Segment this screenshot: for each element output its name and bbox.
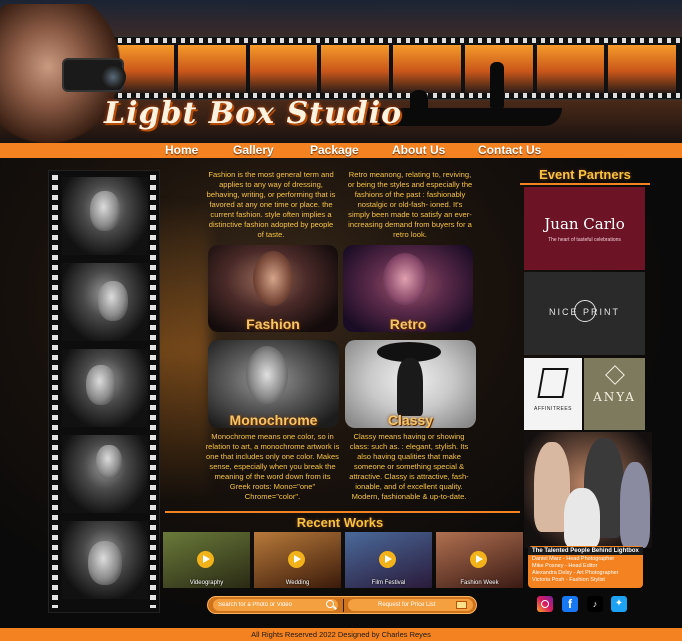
play-icon[interactable] — [197, 551, 214, 568]
fisherman-silhouette — [490, 62, 504, 108]
search-icon[interactable] — [326, 600, 334, 608]
play-icon[interactable] — [288, 551, 305, 568]
team-photo — [524, 432, 652, 548]
recent-work-fashion-week[interactable]: Fashion Week — [436, 532, 523, 588]
retro-card[interactable]: Retro — [343, 245, 473, 332]
nav-home[interactable]: Home — [165, 143, 198, 158]
team-member: Alexandra Delsy - Art Photographer — [532, 570, 619, 576]
partner-name: Juan Carlo — [544, 215, 625, 233]
partner-affinitrees[interactable]: AFFINITREES — [524, 358, 582, 430]
recent-work-videography[interactable]: Videography — [163, 532, 250, 588]
recent-works-title: Recent Works — [296, 515, 384, 530]
partner-name: ANYA — [593, 390, 636, 404]
portrait-filmstrip — [48, 170, 160, 613]
request-price-list-label: Request for Price List — [378, 602, 436, 608]
team-credits: The Talented People Behind Lightbox Dani… — [528, 546, 643, 588]
partner-anya[interactable]: ANYA — [584, 358, 645, 430]
classy-description: Classy means having or showing class: su… — [349, 432, 469, 501]
monochrome-card[interactable]: Monochrome — [208, 340, 339, 428]
partner-name: AFFINITREES — [533, 406, 572, 412]
recent-work-label: Wedding — [285, 580, 310, 586]
fashion-caption: Fashion — [246, 316, 300, 332]
fashion-card[interactable]: Fashion — [208, 245, 338, 332]
search-bar: Request for Price List — [207, 596, 477, 614]
play-icon[interactable] — [470, 551, 487, 568]
tiktok-icon[interactable]: ♪ — [587, 596, 603, 612]
recent-work-film-festival[interactable]: Film Festival — [345, 532, 432, 588]
retro-caption: Retro — [389, 316, 427, 332]
nav-contact-us[interactable]: Contact Us — [478, 143, 541, 158]
team-member: Daniel Marz - Head Photographer — [532, 556, 615, 562]
photographer-image — [0, 4, 126, 143]
search-input[interactable] — [213, 599, 338, 611]
monochrome-description: Monochrome means one color, so in relati… — [205, 432, 340, 501]
request-price-list-button[interactable]: Request for Price List — [348, 599, 473, 611]
recent-work-label: Film Festival — [371, 580, 406, 586]
recent-work-label: Fashion Week — [460, 580, 499, 586]
event-partners-divider — [520, 183, 650, 185]
header-banner: Ligbt Box Studio — [0, 0, 682, 143]
nav-about-us[interactable]: About Us — [392, 143, 445, 158]
play-icon[interactable] — [379, 551, 396, 568]
team-heading: The Talented People Behind Lightbox — [528, 547, 643, 555]
portrait-photo-3[interactable] — [62, 349, 148, 427]
camera-icon — [62, 58, 126, 92]
fashion-description: Fashion is the most general term and app… — [206, 170, 336, 239]
recent-works-strip: Videography Wedding Film Festival Fashio… — [163, 532, 525, 588]
portrait-photo-4[interactable] — [62, 435, 148, 513]
monochrome-caption: Monochrome — [229, 412, 318, 428]
footer-text: All Rights Reserved 2022 Designed by Cha… — [251, 630, 431, 639]
site-logo[interactable]: Ligbt Box Studio — [104, 96, 402, 131]
portrait-photo-5[interactable] — [62, 521, 148, 599]
retro-description: Retro meanong, relating to, reviving, or… — [347, 170, 473, 239]
main-nav: Home Gallery Package About Us Contact Us — [0, 143, 682, 158]
partner-tagline: The heart of tasteful celebrations — [548, 237, 621, 243]
affinitrees-logo-icon — [537, 368, 569, 398]
nav-package[interactable]: Package — [310, 143, 359, 158]
team-member: Mike Posney - Head Editor — [532, 563, 598, 569]
classy-caption: Classy — [387, 412, 434, 428]
recent-work-wedding[interactable]: Wedding — [254, 532, 341, 588]
partner-nice-print[interactable]: NICE PRINT — [524, 272, 645, 355]
event-partners-title: Event Partners — [539, 167, 631, 182]
seated-person-silhouette — [410, 90, 428, 110]
partner-name: NICE PRINT — [548, 307, 620, 317]
search-divider — [343, 599, 344, 612]
nav-gallery[interactable]: Gallery — [233, 143, 274, 158]
header-filmstrip — [100, 36, 682, 100]
facebook-icon[interactable]: f — [562, 596, 578, 612]
instagram-icon[interactable] — [537, 596, 553, 612]
partner-juan-carlo[interactable]: Juan Carlo The heart of tasteful celebra… — [524, 187, 645, 270]
footer: All Rights Reserved 2022 Designed by Cha… — [0, 628, 682, 641]
portrait-photo-2[interactable] — [62, 263, 148, 341]
portrait-photo-1[interactable] — [62, 177, 148, 255]
mail-icon — [456, 601, 467, 609]
anya-logo-icon — [605, 365, 625, 385]
recent-work-label: Videography — [189, 580, 224, 586]
twitter-icon[interactable]: ✦ — [611, 596, 627, 612]
team-member: Victoria Posh - Fashion Stylist — [532, 577, 605, 583]
classy-card[interactable]: Classy — [345, 340, 476, 428]
recent-works-divider — [165, 511, 520, 513]
